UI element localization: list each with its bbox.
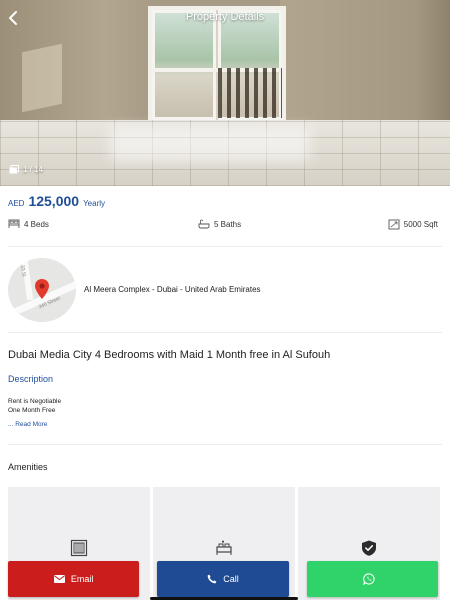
property-photo[interactable]: Property Details 1 / 14 [0,0,450,186]
email-button[interactable]: Email [8,561,140,597]
price-period: Yearly [83,199,106,208]
bed-icon [216,540,232,555]
photo-sunlight [22,43,62,113]
phone-icon [207,574,217,584]
description-heading: Description [8,374,54,384]
gallery-icon [9,165,19,174]
bathtub-icon [198,219,210,229]
map-pin-icon [35,279,49,299]
photo-counter-label: 1 / 14 [23,165,44,174]
building-icon [70,539,88,557]
photo-counter: 1 / 14 [9,165,43,174]
property-specs: 4 Beds 5 Baths 5000 Sqft [8,219,438,235]
price-amount: 125,000 [28,193,80,209]
listing-title: Dubai Media City 4 Bedrooms with Maid 1 … [8,349,331,361]
description-line: Rent is Negotiable [8,398,62,405]
description-text: Rent is Negotiable One Month Free [8,397,61,415]
spec-area: 5000 Sqft [388,219,438,230]
price-currency: AED [8,199,25,208]
call-button[interactable]: Call [157,561,289,597]
bed-icon [8,219,20,228]
spec-beds: 4 Beds [8,219,49,229]
spec-baths-label: 5 Baths [214,219,242,229]
spec-area-label: 5000 Sqft [403,220,438,229]
whatsapp-button[interactable] [306,561,438,597]
contact-actions: Email Call [8,561,438,597]
whatsapp-icon [363,573,375,585]
email-button-label: Email [70,574,94,584]
location-map[interactable]: 340 Street 33 St [8,258,76,322]
divider [8,332,442,333]
call-button-label: Call [223,574,239,584]
page-title: Property Details [185,11,265,23]
read-more-link[interactable]: ... Read More [8,421,47,428]
amenities-heading: Amenities [8,462,48,472]
spec-beds-label: 4 Beds [24,219,49,229]
area-icon [388,219,400,230]
spec-baths: 5 Baths [198,219,241,229]
property-address[interactable]: Al Meera Complex - Dubai - United Arab E… [84,285,261,294]
divider [8,444,442,445]
divider [8,246,442,247]
description-line: One Month Free [8,407,56,414]
photo-fence [218,68,282,118]
shield-check-icon [362,540,376,556]
envelope-icon [53,575,65,583]
price: AED 125,000 Yearly [8,193,105,209]
